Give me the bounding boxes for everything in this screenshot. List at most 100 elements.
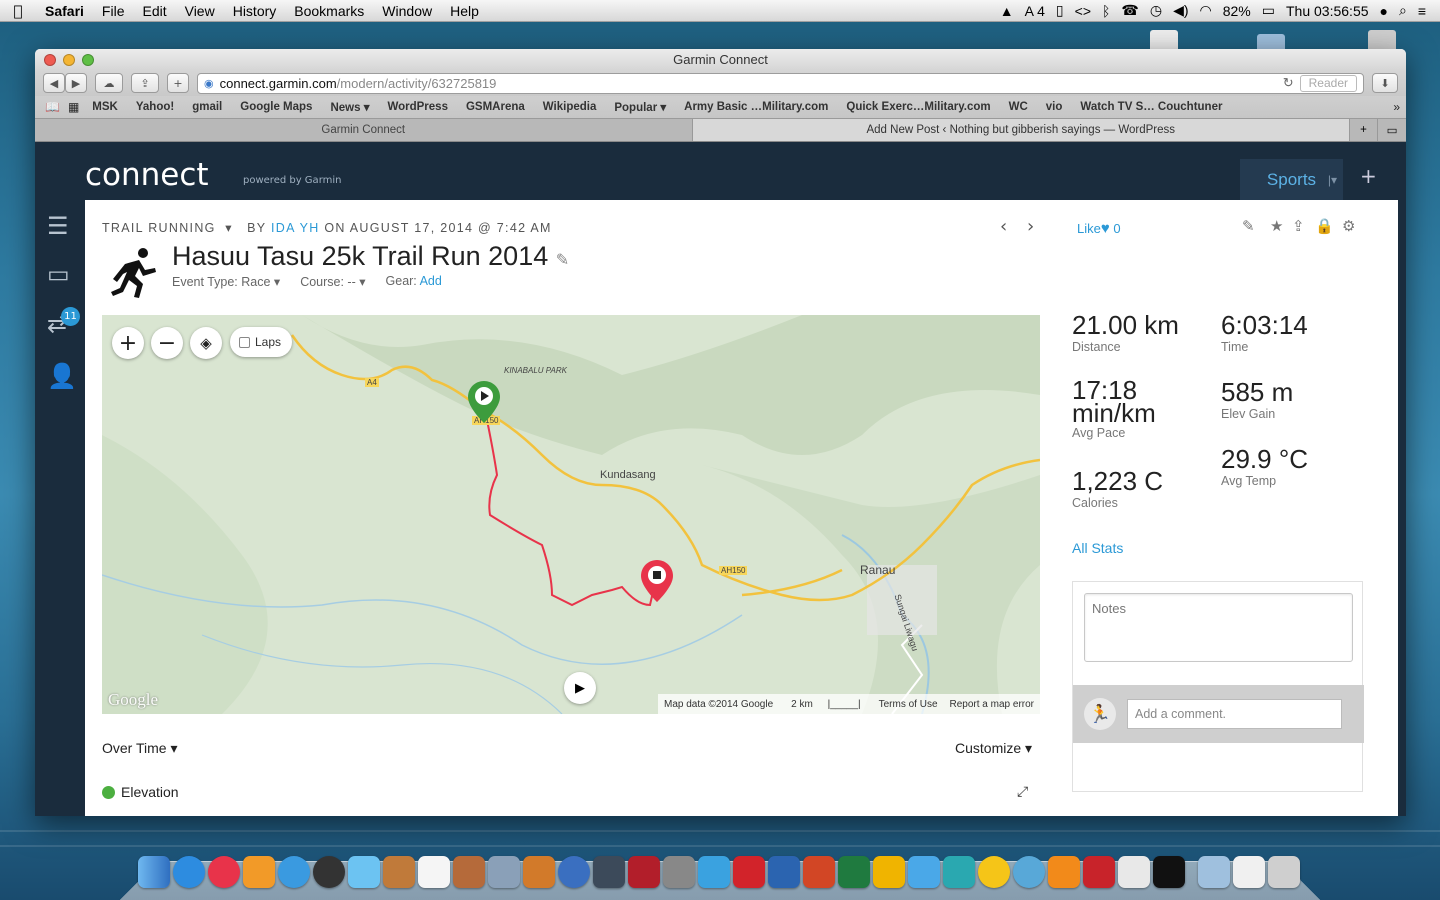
quicktime-icon[interactable] xyxy=(558,856,590,888)
zoom-out-button[interactable]: − xyxy=(151,327,183,359)
bookmarks-overflow-icon[interactable]: » xyxy=(1393,100,1406,114)
like-button[interactable]: Like♥ 0 xyxy=(1077,220,1121,237)
sports-menu-button[interactable]: Sports |▾ xyxy=(1240,159,1343,200)
lock-icon[interactable]: 🔒 xyxy=(1315,217,1334,235)
event-type-dropdown[interactable]: Event Type: Race ▾ xyxy=(172,274,280,289)
bookmark-gmail[interactable]: gmail xyxy=(183,101,231,113)
inbox-icon[interactable]: ▭ xyxy=(47,260,70,288)
bookmark-army-basic[interactable]: Army Basic …Military.com xyxy=(675,101,837,113)
share-icon[interactable]: ⇪ xyxy=(1292,217,1305,235)
bookmark-wc[interactable]: WC xyxy=(1000,101,1037,113)
comment-input[interactable]: Add a comment. xyxy=(1127,699,1342,729)
icloud-tabs-button[interactable]: ☁ xyxy=(95,73,123,93)
bookmark-vio[interactable]: vio xyxy=(1037,101,1072,113)
customize-dropdown[interactable]: Customize ▾ xyxy=(955,740,1032,757)
bookmark-wikipedia[interactable]: Wikipedia xyxy=(534,101,606,113)
garmin-connect-logo[interactable]: connect xyxy=(85,157,209,193)
add-icon[interactable]: + xyxy=(1360,164,1377,188)
caret-icon[interactable]: ▾ xyxy=(220,221,242,235)
bookmark-couchtuner[interactable]: Watch TV S… Couchtuner xyxy=(1071,101,1231,113)
bookmark-gsmarena[interactable]: GSMArena xyxy=(457,101,534,113)
clipboard-icon[interactable]: ▯ xyxy=(1056,2,1064,19)
bookmark-quick-exercise[interactable]: Quick Exerc…Military.com xyxy=(837,101,999,113)
dashboard-icon[interactable] xyxy=(313,856,345,888)
trash-icon[interactable] xyxy=(1268,856,1300,888)
emoji-icon[interactable] xyxy=(978,856,1010,888)
hamburger-menu-icon[interactable]: ☰ xyxy=(47,212,69,240)
previous-activity-icon[interactable]: ‹ xyxy=(1000,216,1007,237)
app-store-icon[interactable] xyxy=(173,856,205,888)
twitter-icon[interactable] xyxy=(698,856,730,888)
word-icon[interactable] xyxy=(768,856,800,888)
iphoto-icon[interactable] xyxy=(523,856,555,888)
menu-history[interactable]: History xyxy=(224,3,286,19)
author-link[interactable]: IDA YH xyxy=(271,221,320,235)
code-icon[interactable]: <> xyxy=(1075,3,1091,19)
laps-checkbox[interactable] xyxy=(239,336,250,348)
drive-icon[interactable]: ▲ xyxy=(1000,3,1014,19)
menu-app-safari[interactable]: Safari xyxy=(36,3,93,19)
outlook-icon[interactable] xyxy=(873,856,905,888)
top-sites-icon[interactable]: ▦ xyxy=(68,100,83,114)
share-button[interactable]: ⇪ xyxy=(131,73,159,93)
activity-type-dropdown[interactable]: TRAIL RUNNING xyxy=(102,221,216,235)
itunes-icon[interactable] xyxy=(208,856,240,888)
terms-of-use-link[interactable]: Terms of Use xyxy=(873,699,944,710)
address-bar[interactable]: ◉ connect.garmin.com/modern/activity/632… xyxy=(197,72,1364,94)
excel-icon[interactable] xyxy=(838,856,870,888)
back-button[interactable]: ◀ xyxy=(43,73,65,93)
finder-icon[interactable] xyxy=(138,856,170,888)
downloads-button[interactable]: ⬇ xyxy=(1372,73,1398,93)
wifi-icon[interactable]: ◠ xyxy=(1200,2,1212,19)
add-gear-link[interactable]: Add xyxy=(420,274,442,288)
cloud-icon[interactable] xyxy=(908,856,940,888)
activity-title[interactable]: Hasuu Tasu 25k Trail Run 2014 ✎ xyxy=(172,241,569,272)
xbmc-icon[interactable] xyxy=(1153,856,1185,888)
laps-toggle[interactable]: Laps xyxy=(230,327,292,357)
bluetooth-icon[interactable]: ᛒ xyxy=(1102,3,1110,19)
profile-icon[interactable]: 👤 xyxy=(47,362,77,390)
menu-view[interactable]: View xyxy=(176,3,224,19)
powerpoint-icon[interactable] xyxy=(803,856,835,888)
calendar-icon[interactable] xyxy=(418,856,450,888)
course-dropdown[interactable]: Course: -- ▾ xyxy=(300,274,365,289)
menu-edit[interactable]: Edit xyxy=(133,3,175,19)
document-icon[interactable] xyxy=(1233,856,1265,888)
report-map-error-link[interactable]: Report a map error xyxy=(944,699,1040,710)
photo-icon[interactable] xyxy=(453,856,485,888)
cleanmymac-icon[interactable] xyxy=(943,856,975,888)
settings-gear-icon[interactable]: ⚙ xyxy=(1342,217,1355,235)
user-icon[interactable]: ● xyxy=(1380,3,1388,19)
reload-icon[interactable]: ↻ xyxy=(1283,75,1294,91)
bookmark-popular[interactable]: Popular ▾ xyxy=(605,100,675,114)
maps-icon[interactable] xyxy=(1013,856,1045,888)
bookmark-google-maps[interactable]: Google Maps xyxy=(231,101,321,113)
apple-menu-icon[interactable]:  xyxy=(0,2,36,20)
bookmark-news[interactable]: News ▾ xyxy=(321,100,378,114)
forward-button[interactable]: ▶ xyxy=(65,73,87,93)
layers-icon[interactable]: ◈ xyxy=(190,327,222,359)
edit-pencil-icon[interactable]: ✎ xyxy=(556,252,569,269)
time-machine-icon[interactable]: ◷ xyxy=(1150,2,1162,19)
edit-icon[interactable]: ✎ xyxy=(1242,217,1255,235)
tab-add-icon[interactable]: + xyxy=(1350,119,1378,141)
reading-list-icon[interactable]: 📖 xyxy=(45,100,68,114)
reader-button[interactable]: Reader xyxy=(1299,74,1357,92)
lightroom-icon[interactable] xyxy=(593,856,625,888)
photobooth-icon[interactable] xyxy=(628,856,660,888)
bookmark-wordpress[interactable]: WordPress xyxy=(378,101,457,113)
next-activity-icon[interactable]: › xyxy=(1027,216,1034,237)
notes-textarea[interactable]: Notes xyxy=(1084,593,1353,662)
adobe-icon[interactable]: A 4 xyxy=(1025,3,1045,19)
start-marker-icon[interactable] xyxy=(468,381,500,423)
system-preferences-icon[interactable] xyxy=(663,856,695,888)
textedit-icon[interactable] xyxy=(1118,856,1150,888)
menu-bookmarks[interactable]: Bookmarks xyxy=(285,3,373,19)
activity-map[interactable]: KINABALU PARK Kundasang Ranau Sungai Liw… xyxy=(102,315,1040,714)
tab-garmin-connect[interactable]: Garmin Connect xyxy=(35,119,693,141)
zoom-in-button[interactable]: + xyxy=(112,327,144,359)
messages-icon[interactable] xyxy=(348,856,380,888)
notification-center-icon[interactable]: ≡ xyxy=(1418,3,1426,19)
play-replay-button[interactable]: ▶ xyxy=(564,672,596,704)
volume-icon[interactable]: ◀) xyxy=(1173,2,1188,19)
